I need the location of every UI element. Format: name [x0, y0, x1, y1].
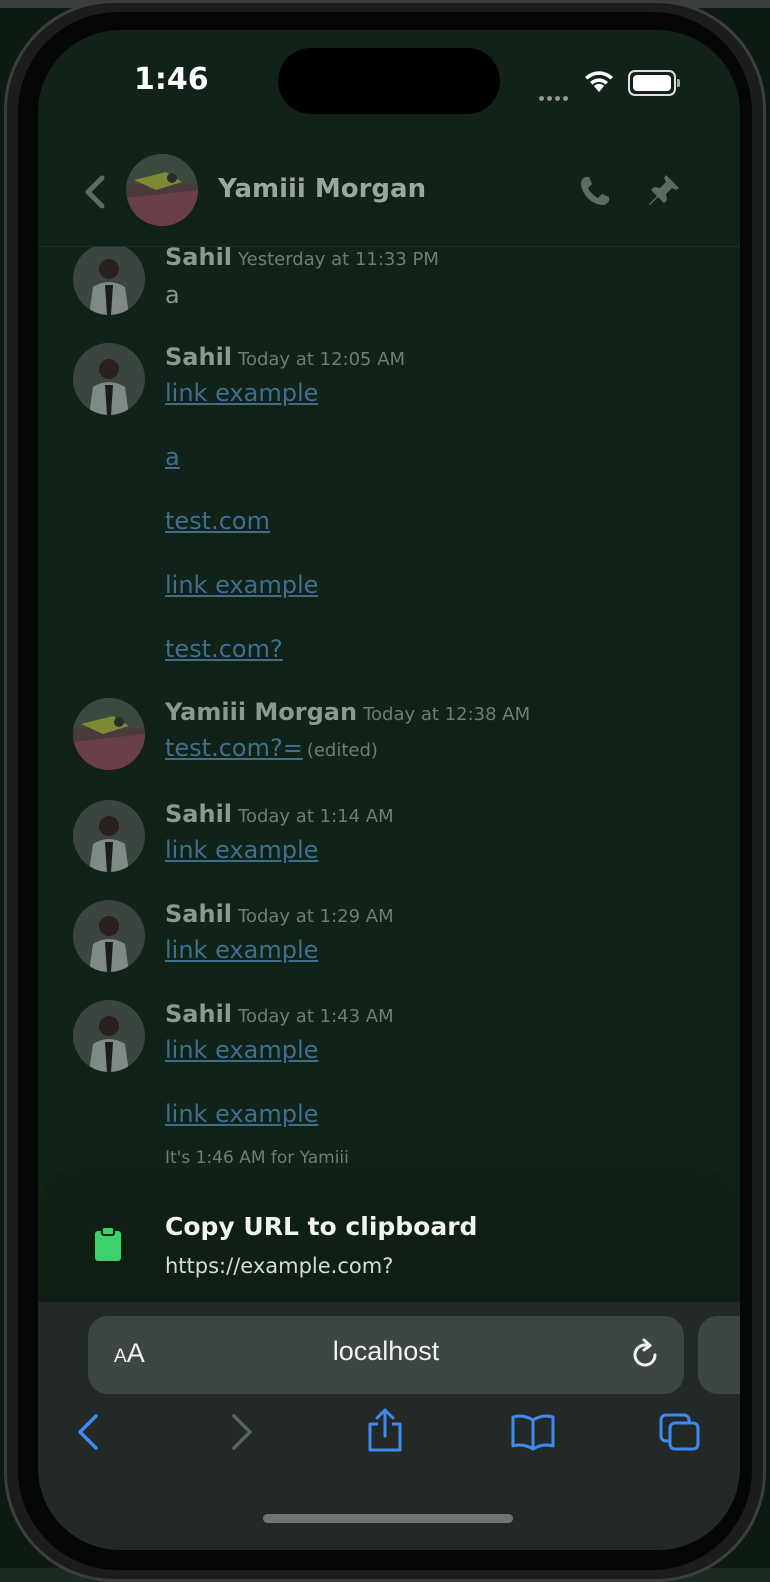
message-link[interactable]: test.com?: [165, 635, 283, 663]
message-link[interactable]: test.com: [165, 507, 270, 535]
phone-screen: 1:46 Yamiii Morgan Sahil Yesterday at 11…: [38, 30, 740, 1550]
address-text[interactable]: localhost: [88, 1336, 684, 1367]
message-meta: Sahil Today at 1:14 AM: [165, 800, 394, 828]
clipboard-sheet[interactable]: Copy URL to clipboard https://example.co…: [38, 1168, 740, 1302]
message-meta: Yamiii Morgan Today at 12:38 AM: [165, 698, 530, 726]
chat-header: Yamiii Morgan: [38, 140, 740, 247]
sahil-avatar[interactable]: [73, 247, 145, 315]
sheet-url: https://example.com?: [165, 1254, 394, 1278]
message-link[interactable]: link example: [165, 936, 318, 964]
yamiii-avatar[interactable]: [73, 698, 145, 770]
message-timestamp: Today at 1:29 AM: [238, 906, 394, 927]
share-icon[interactable]: [366, 1408, 404, 1454]
local-time-note: It's 1:46 AM for Yamiii: [165, 1148, 349, 1168]
dynamic-island: [278, 48, 500, 114]
pin-icon[interactable]: [646, 172, 682, 208]
message-meta: Sahil Today at 1:29 AM: [165, 900, 394, 928]
contact-avatar[interactable]: [126, 154, 198, 226]
browser-toolbar: [38, 1408, 740, 1472]
message-link[interactable]: a: [165, 443, 180, 471]
tabs-icon[interactable]: [658, 1412, 702, 1452]
sahil-avatar[interactable]: [73, 343, 145, 415]
bookmarks-icon[interactable]: [510, 1412, 556, 1452]
safari-browser-bar: AA localhost: [38, 1302, 740, 1550]
forward-icon[interactable]: [226, 1412, 256, 1452]
message-link[interactable]: link example: [165, 1100, 318, 1128]
message-link[interactable]: test.com?=: [165, 734, 303, 762]
message-link[interactable]: link example: [165, 836, 318, 864]
back-icon[interactable]: [74, 1412, 104, 1452]
reload-icon[interactable]: [628, 1338, 662, 1372]
message-author[interactable]: Sahil: [165, 343, 232, 371]
wifi-icon: [585, 71, 613, 92]
message-link-row: test.com?= (edited): [165, 734, 378, 762]
message-link[interactable]: link example: [165, 1036, 318, 1064]
battery-icon: [628, 70, 680, 96]
message-link[interactable]: link example: [165, 571, 318, 599]
message-author[interactable]: Sahil: [165, 800, 232, 828]
message-author[interactable]: Sahil: [165, 1000, 232, 1028]
message-timestamp: Today at 12:05 AM: [238, 349, 406, 370]
message-meta: Sahil Today at 1:43 AM: [165, 1000, 394, 1028]
message-timestamp: Today at 1:43 AM: [238, 1006, 394, 1027]
message-list[interactable]: Sahil Yesterday at 11:33 PM a Sahil Today …: [38, 247, 740, 1167]
message-text: a: [165, 281, 180, 309]
sahil-avatar[interactable]: [73, 1000, 145, 1072]
message-timestamp: Today at 12:38 AM: [363, 704, 531, 725]
sahil-avatar[interactable]: [73, 800, 145, 872]
message-author[interactable]: Sahil: [165, 247, 232, 271]
address-bar[interactable]: AA localhost: [88, 1316, 684, 1394]
cellular-signal-icon: [539, 86, 571, 105]
message-meta: Sahil Yesterday at 11:33 PM: [165, 247, 439, 271]
message-timestamp: Yesterday at 11:33 PM: [238, 249, 439, 270]
next-tab-preview[interactable]: [698, 1316, 740, 1394]
status-time: 1:46: [134, 62, 209, 97]
chevron-left-icon[interactable]: [76, 172, 116, 212]
phone-icon[interactable]: [578, 174, 612, 208]
contact-name[interactable]: Yamiii Morgan: [218, 174, 426, 204]
status-bar: 1:46: [38, 30, 740, 130]
message-meta: Sahil Today at 12:05 AM: [165, 343, 405, 371]
message-timestamp: Today at 1:14 AM: [238, 806, 394, 827]
edited-label: (edited): [306, 740, 378, 761]
message-author[interactable]: Sahil: [165, 900, 232, 928]
clipboard-icon: [95, 1226, 121, 1261]
message-author[interactable]: Yamiii Morgan: [165, 698, 357, 726]
message-link[interactable]: link example: [165, 379, 318, 407]
home-indicator[interactable]: [263, 1514, 513, 1523]
sheet-title[interactable]: Copy URL to clipboard: [165, 1212, 477, 1241]
sahil-avatar[interactable]: [73, 900, 145, 972]
